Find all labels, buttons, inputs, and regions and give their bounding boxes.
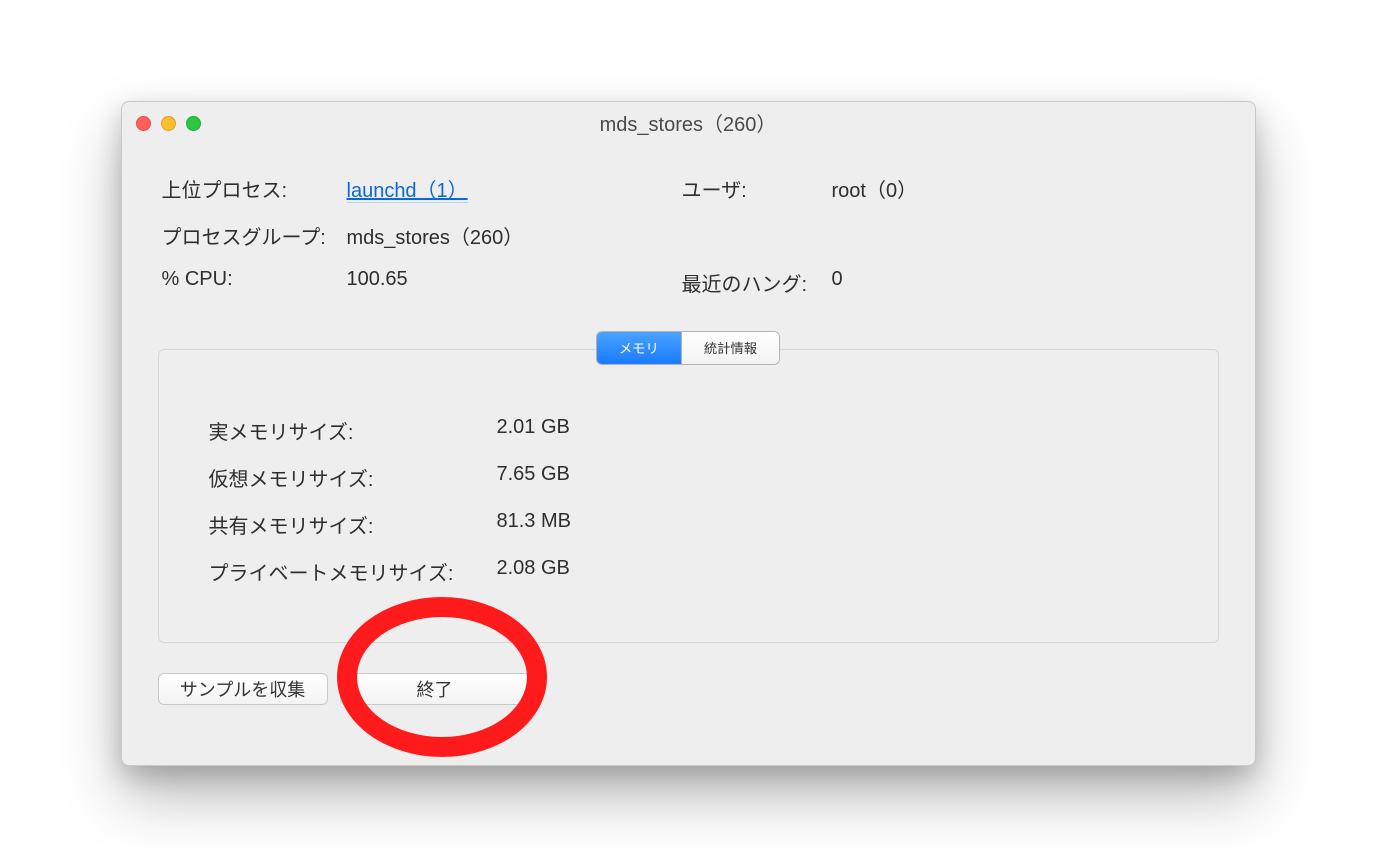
virtual-memory-label: 仮想メモリサイズ: [209,463,497,492]
maximize-icon[interactable] [186,116,201,131]
tab-memory[interactable]: メモリ [597,332,681,364]
recent-hangs-label: 最近のハング: [682,268,832,297]
titlebar[interactable]: mds_stores（260） [122,102,1255,144]
user-label: ユーザ: [682,174,832,203]
virtual-memory-value: 7.65 GB [497,463,570,492]
cpu-value: 100.65 [347,268,408,297]
memory-panel: 実メモリサイズ: 2.01 GB 仮想メモリサイズ: 7.65 GB 共有メモリ… [158,349,1219,643]
window-title: mds_stores（260） [136,108,1241,137]
tab-statistics[interactable]: 統計情報 [681,332,779,364]
minimize-icon[interactable] [161,116,176,131]
sample-button[interactable]: サンプルを収集 [158,673,328,705]
private-memory-label: プライベートメモリサイズ: [209,557,497,586]
shared-memory-value: 81.3 MB [497,510,571,539]
real-memory-value: 2.01 GB [497,416,570,445]
parent-process-label: 上位プロセス: [162,174,347,203]
tab-bar: メモリ 統計情報 [122,331,1255,365]
window-controls [136,116,201,131]
close-icon[interactable] [136,116,151,131]
recent-hangs-value: 0 [832,268,843,297]
shared-memory-label: 共有メモリサイズ: [209,510,497,539]
process-info-section: 上位プロセス: launchd（1） ユーザ: root（0） プロセスグループ… [122,144,1255,325]
cpu-label: % CPU: [162,268,347,297]
user-value: root（0） [832,174,918,203]
process-group-label: プロセスグループ: [162,221,347,250]
process-info-window: mds_stores（260） 上位プロセス: launchd（1） ユーザ: … [121,101,1256,766]
quit-button[interactable]: 終了 [340,673,530,705]
footer-actions: サンプルを収集 終了 [122,673,1255,705]
private-memory-value: 2.08 GB [497,557,570,586]
process-group-value: mds_stores（260） [347,221,524,250]
parent-process-link[interactable]: launchd（1） [347,180,468,203]
real-memory-label: 実メモリサイズ: [209,416,497,445]
